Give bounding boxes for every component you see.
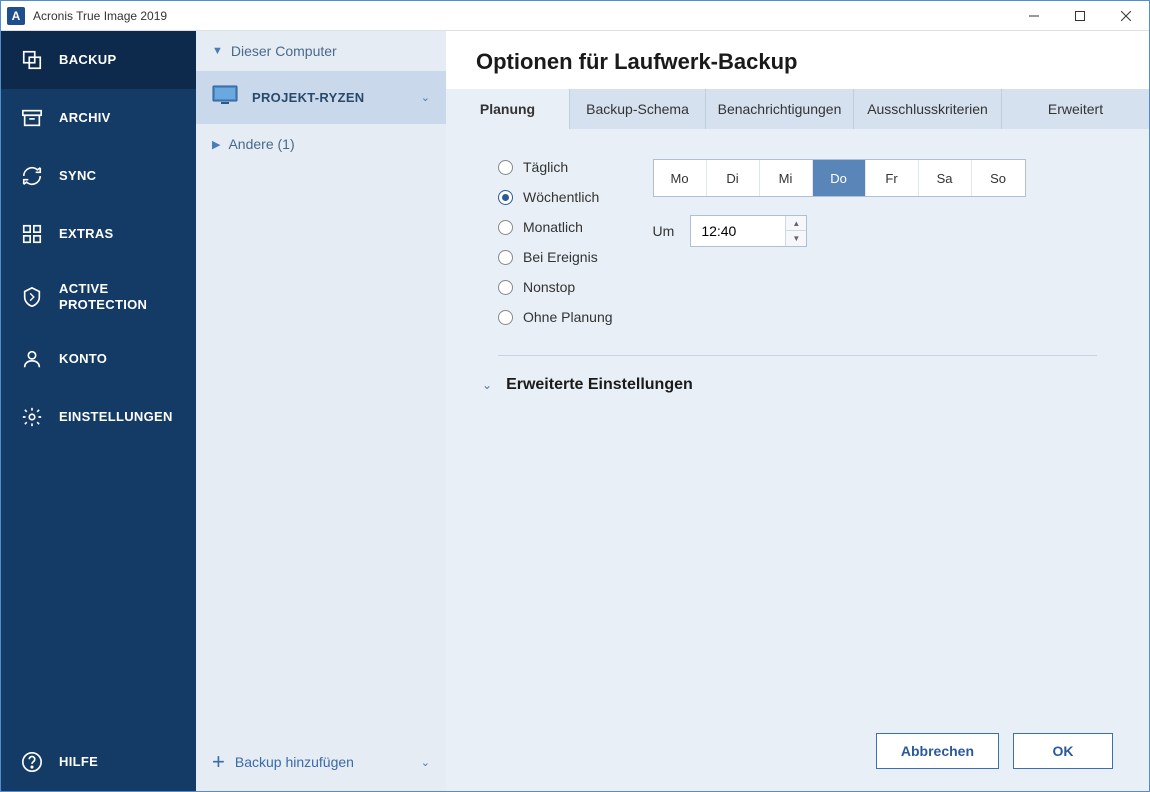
chevron-down-icon: ⌄ [482,378,492,392]
window-title: Acronis True Image 2019 [33,9,1011,23]
tab-planung[interactable]: Planung [446,89,570,129]
main-content: Optionen für Laufwerk-Backup Planung Bac… [446,31,1149,791]
time-input-wrap: ▲ ▼ [690,215,807,247]
add-backup-label: Backup hinzufügen [235,754,411,770]
gear-icon [21,406,43,428]
nav-label: ACTIVE PROTECTION [59,281,176,312]
radio-icon [498,280,513,295]
day-do[interactable]: Do [813,160,866,196]
archive-icon [21,107,43,129]
day-mo[interactable]: Mo [654,160,707,196]
radio-label: Monatlich [523,219,583,235]
computer-list-panel: ▼ Dieser Computer PROJEKT-RYZEN ⌄ ▶ Ande… [196,31,446,791]
radio-ohne-planung[interactable]: Ohne Planung [498,309,613,325]
account-icon [21,348,43,370]
nav-extras[interactable]: EXTRAS [1,205,196,263]
tab-ausschlusskriterien[interactable]: Ausschlusskriterien [854,89,1002,129]
nav-konto[interactable]: KONTO [1,330,196,388]
titlebar: A Acronis True Image 2019 [1,1,1149,31]
radio-icon [498,250,513,265]
cancel-button[interactable]: Abbrechen [876,733,999,769]
maximize-button[interactable] [1057,1,1103,31]
nav-label: EINSTELLUNGEN [59,409,173,425]
minimize-button[interactable] [1011,1,1057,31]
nav-backup[interactable]: BACKUP [1,31,196,89]
close-button[interactable] [1103,1,1149,31]
radio-icon [498,220,513,235]
day-sa[interactable]: Sa [919,160,972,196]
time-spinner: ▲ ▼ [785,216,806,246]
schedule-radio-group: Täglich Wöchentlich Monatlich Bei Ereign… [482,159,613,325]
computer-name: PROJEKT-RYZEN [252,90,407,105]
tab-erweitert[interactable]: Erweitert [1002,89,1149,129]
tab-content: Täglich Wöchentlich Monatlich Bei Ereign… [446,129,1149,791]
time-row: Um ▲ ▼ [653,215,1026,247]
nav-help[interactable]: HILFE [1,733,196,791]
list-other-label: Andere (1) [228,136,294,152]
nav-archiv[interactable]: ARCHIV [1,89,196,147]
chevron-down-icon: ⌄ [421,91,430,104]
spinner-down[interactable]: ▼ [786,231,806,246]
radio-label: Bei Ereignis [523,249,598,265]
chevron-down-icon: ⌄ [421,756,430,769]
radio-woechentlich[interactable]: Wöchentlich [498,189,613,205]
tabs: Planung Backup-Schema Benachrichtigungen… [446,89,1149,129]
time-label: Um [653,223,675,239]
nav-label: KONTO [59,351,107,367]
time-input[interactable] [691,216,785,246]
list-header-other[interactable]: ▶ Andere (1) [196,124,446,164]
app-icon: A [7,7,25,25]
radio-bei-ereignis[interactable]: Bei Ereignis [498,249,613,265]
day-di[interactable]: Di [707,160,760,196]
nav-label: ARCHIV [59,110,111,126]
chevron-down-icon: ▼ [212,45,223,57]
plus-icon: + [212,749,225,775]
radio-monatlich[interactable]: Monatlich [498,219,613,235]
chevron-right-icon: ▶ [212,138,220,151]
radio-icon [498,190,513,205]
spinner-up[interactable]: ▲ [786,216,806,231]
radio-label: Täglich [523,159,568,175]
backup-icon [21,49,43,71]
nav-active-protection[interactable]: ACTIVE PROTECTION [1,263,196,330]
nav-einstellungen[interactable]: EINSTELLUNGEN [1,388,196,446]
add-backup-button[interactable]: + Backup hinzufügen ⌄ [196,733,446,791]
nav-label: BACKUP [59,52,116,68]
radio-label: Ohne Planung [523,309,613,325]
tab-backup-schema[interactable]: Backup-Schema [570,89,706,129]
list-header-this-computer[interactable]: ▼ Dieser Computer [196,31,446,71]
monitor-icon [212,85,238,110]
day-fr[interactable]: Fr [866,160,919,196]
radio-taeglich[interactable]: Täglich [498,159,613,175]
dialog-footer: Abbrechen OK [876,733,1113,769]
computer-item-selected[interactable]: PROJEKT-RYZEN ⌄ [196,71,446,124]
divider [498,355,1097,356]
nav-sync[interactable]: SYNC [1,147,196,205]
sidebar-nav: BACKUP ARCHIV SYNC EXTRAS ACTIVE PROTECT… [1,31,196,791]
sync-icon [21,165,43,187]
page-title: Optionen für Laufwerk-Backup [446,31,1149,89]
radio-icon [498,160,513,175]
extras-icon [21,223,43,245]
nav-label: EXTRAS [59,226,114,242]
list-header-label: Dieser Computer [231,43,337,59]
window-controls [1011,1,1149,31]
nav-label: HILFE [59,754,98,770]
radio-label: Nonstop [523,279,575,295]
radio-label: Wöchentlich [523,189,599,205]
day-picker: Mo Di Mi Do Fr Sa So [653,159,1026,197]
day-so[interactable]: So [972,160,1025,196]
radio-nonstop[interactable]: Nonstop [498,279,613,295]
advanced-label: Erweiterte Einstellungen [506,376,693,394]
advanced-settings-toggle[interactable]: ⌄ Erweiterte Einstellungen [482,376,1113,394]
nav-label: SYNC [59,168,96,184]
help-icon [21,751,43,773]
ok-button[interactable]: OK [1013,733,1113,769]
shield-icon [21,286,43,308]
tab-benachrichtigungen[interactable]: Benachrichtigungen [706,89,854,129]
day-mi[interactable]: Mi [760,160,813,196]
radio-icon [498,310,513,325]
